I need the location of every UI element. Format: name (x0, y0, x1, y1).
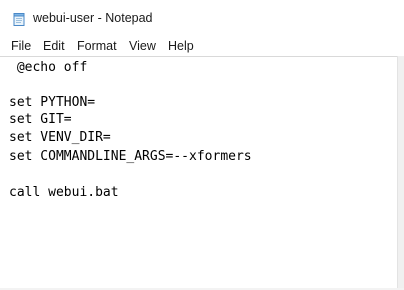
menu-format[interactable]: Format (76, 39, 118, 53)
title-bar[interactable]: webui-user - Notepad (0, 0, 404, 36)
editor-line: set VENV_DIR= (9, 130, 111, 145)
notepad-window: webui-user - Notepad File Edit Format Vi… (0, 0, 404, 290)
menu-help[interactable]: Help (167, 39, 195, 53)
editor-line: @echo off (9, 60, 88, 75)
text-editor[interactable]: @echo off set PYTHON= set GIT= set VENV_… (0, 56, 398, 290)
editor-line: set GIT= (9, 112, 72, 127)
editor-line: set PYTHON= (9, 95, 96, 110)
vertical-scrollbar[interactable] (397, 56, 404, 290)
menu-view[interactable]: View (128, 39, 157, 53)
menu-edit[interactable]: Edit (42, 39, 66, 53)
menu-bar: File Edit Format View Help (0, 36, 404, 56)
menu-file[interactable]: File (10, 39, 32, 53)
window-title: webui-user - Notepad (33, 11, 153, 25)
editor-line: set COMMANDLINE_ARGS=--xformers (9, 149, 252, 164)
notepad-icon (13, 13, 25, 26)
editor-line: call webui.bat (9, 185, 119, 200)
